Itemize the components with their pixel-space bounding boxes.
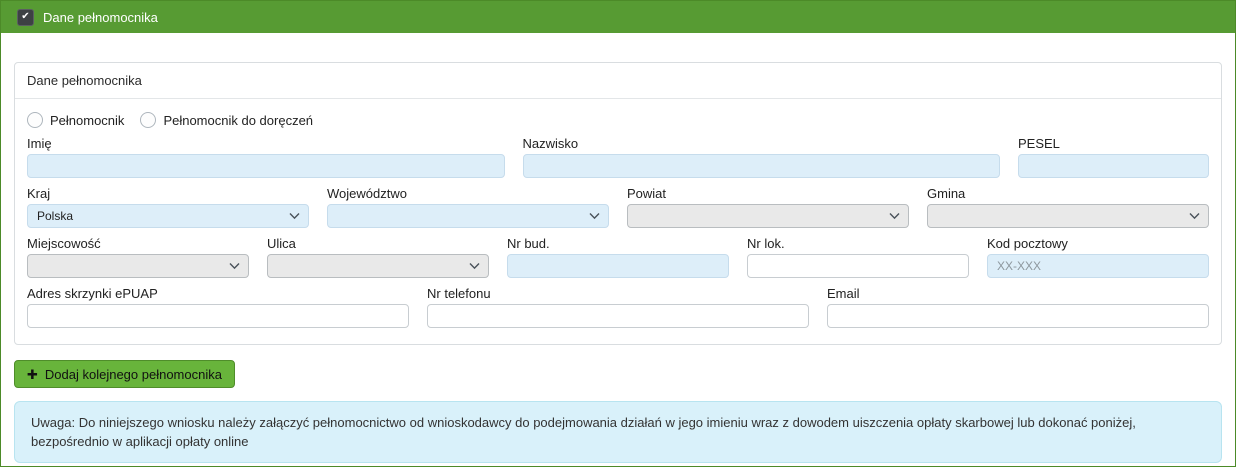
epuap-input[interactable] — [27, 304, 409, 328]
attorney-section: ✔ Dane pełnomocnika Dane pełnomocnika Pe… — [0, 0, 1236, 467]
add-attorney-button[interactable]: ✚ Dodaj kolejnego pełnomocnika — [14, 360, 235, 388]
wojewodztwo-select[interactable] — [327, 204, 609, 228]
ulica-select[interactable] — [267, 254, 489, 278]
pesel-label: PESEL — [1018, 136, 1209, 151]
plus-icon: ✚ — [27, 368, 38, 381]
nr-bud-input[interactable] — [507, 254, 729, 278]
powiat-select[interactable] — [627, 204, 909, 228]
kod-pocztowy-label: Kod pocztowy — [987, 236, 1209, 251]
section-toggle-label: Dane pełnomocnika — [43, 10, 158, 25]
row-region: Kraj Polska Województwo — [27, 186, 1209, 228]
radio-pelnomocnik-label: Pełnomocnik — [50, 113, 124, 128]
row-name: Imię Nazwisko PESEL — [27, 136, 1209, 178]
nr-lok-input[interactable] — [747, 254, 969, 278]
email-label: Email — [827, 286, 1209, 301]
nazwisko-input[interactable] — [523, 154, 1001, 178]
miejscowosc-select[interactable] — [27, 254, 249, 278]
epuap-label: Adres skrzynki ePUAP — [27, 286, 409, 301]
kraj-select[interactable]: Polska — [27, 204, 309, 228]
nr-telefonu-label: Nr telefonu — [427, 286, 809, 301]
panel-body: Pełnomocnik Pełnomocnik do doręczeń Imię… — [15, 99, 1221, 344]
attorney-type-radio-group: Pełnomocnik Pełnomocnik do doręczeń — [27, 112, 1209, 128]
ulica-label: Ulica — [267, 236, 489, 251]
gmina-label: Gmina — [927, 186, 1209, 201]
section-checkbox[interactable]: ✔ — [17, 9, 34, 26]
imie-label: Imię — [27, 136, 505, 151]
nazwisko-label: Nazwisko — [523, 136, 1001, 151]
panel-title: Dane pełnomocnika — [15, 63, 1221, 99]
row-address: Miejscowość Ulica — [27, 236, 1209, 278]
nr-telefonu-input[interactable] — [427, 304, 809, 328]
radio-pelnomocnik[interactable]: Pełnomocnik — [27, 112, 124, 128]
row-contact: Adres skrzynki ePUAP Nr telefonu Email — [27, 286, 1209, 328]
radio-circle-icon — [27, 112, 43, 128]
nr-bud-label: Nr bud. — [507, 236, 729, 251]
kraj-label: Kraj — [27, 186, 309, 201]
nr-lok-label: Nr lok. — [747, 236, 969, 251]
wojewodztwo-label: Województwo — [327, 186, 609, 201]
pesel-input[interactable] — [1018, 154, 1209, 178]
email-input[interactable] — [827, 304, 1209, 328]
section-toggle-bar[interactable]: ✔ Dane pełnomocnika — [1, 1, 1235, 33]
gmina-select[interactable] — [927, 204, 1209, 228]
notice-box: Uwaga: Do niniejszego wniosku należy zał… — [14, 401, 1222, 463]
radio-pelnomocnik-do-doreczen[interactable]: Pełnomocnik do doręczeń — [140, 112, 313, 128]
imie-input[interactable] — [27, 154, 505, 178]
radio-pelnomocnik-do-doreczen-label: Pełnomocnik do doręczeń — [163, 113, 313, 128]
miejscowosc-label: Miejscowość — [27, 236, 249, 251]
add-attorney-button-label: Dodaj kolejnego pełnomocnika — [45, 367, 222, 382]
notice-text: Uwaga: Do niniejszego wniosku należy zał… — [31, 415, 1136, 449]
checkmark-icon: ✔ — [21, 12, 29, 22]
kod-pocztowy-input[interactable] — [987, 254, 1209, 278]
powiat-label: Powiat — [627, 186, 909, 201]
radio-circle-icon — [140, 112, 156, 128]
attorney-panel: Dane pełnomocnika Pełnomocnik Pełnomocni… — [14, 62, 1222, 345]
